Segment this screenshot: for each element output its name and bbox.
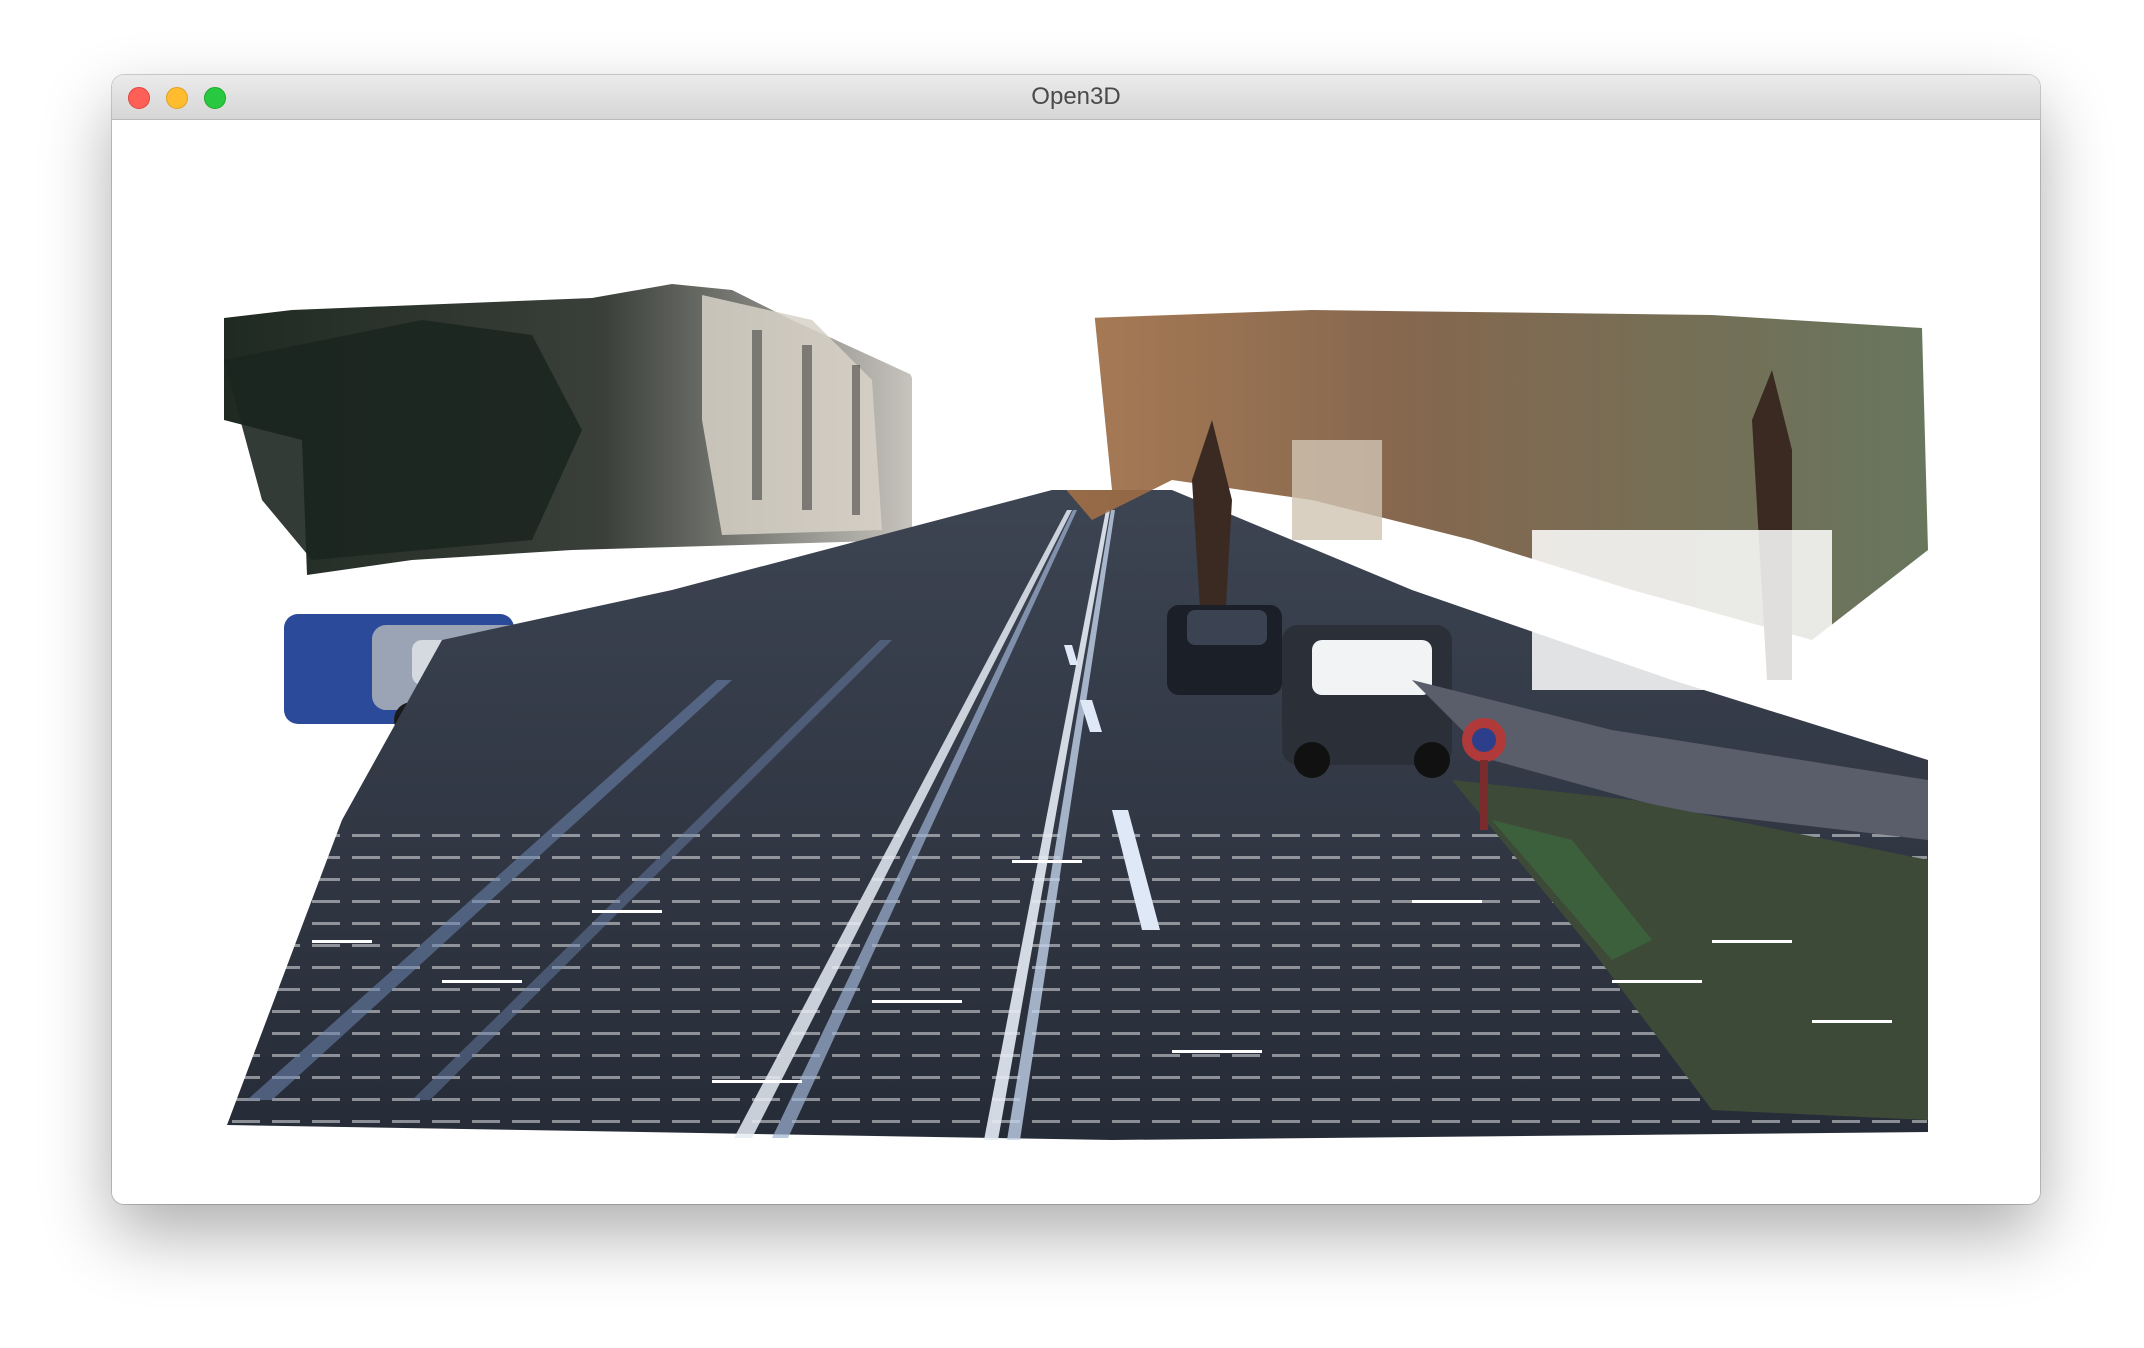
point-cloud-render [224,284,1928,1140]
app-window: Open3D [112,75,2040,1204]
3d-viewport[interactable] [112,120,2040,1204]
title-bar[interactable]: Open3D [112,75,2040,120]
left-buildings [224,284,912,575]
window-title: Open3D [1031,83,1121,110]
